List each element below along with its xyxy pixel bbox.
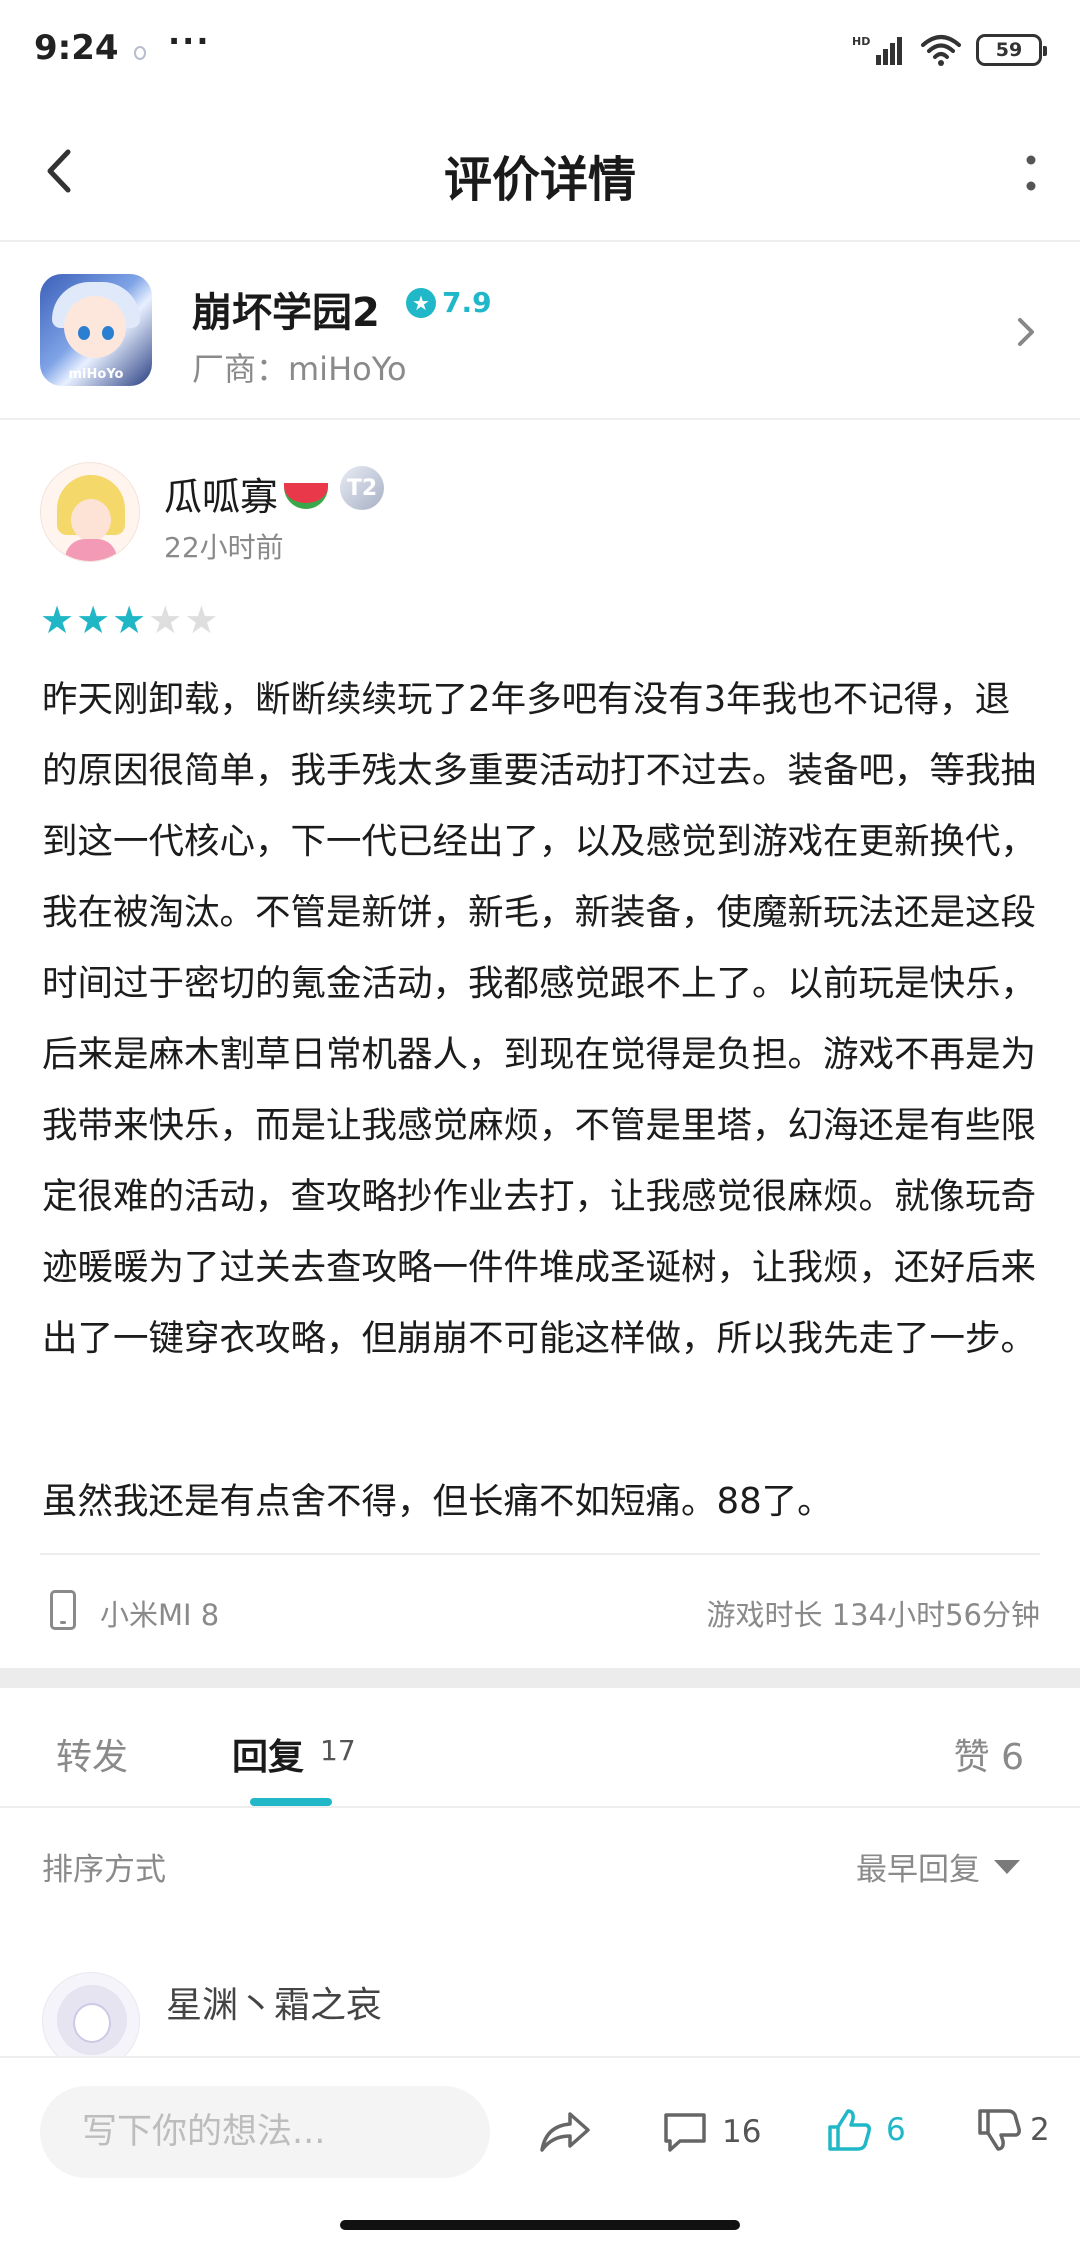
- tab-forward[interactable]: 转发: [56, 1728, 128, 1780]
- star-filled-icon: ★: [112, 598, 147, 642]
- comment-button[interactable]: 16: [660, 2104, 761, 2160]
- active-tab-indicator: [250, 1798, 332, 1806]
- reviewer-avatar[interactable]: [40, 462, 140, 562]
- app-icon: miHoYo: [40, 274, 152, 386]
- comment-icon: [664, 2113, 706, 2152]
- watermelon-emoji-icon: [284, 482, 329, 509]
- dislike-count: 2: [1030, 2112, 1050, 2148]
- dropdown-caret-icon[interactable]: [994, 1860, 1020, 1874]
- rating-star-icon: ★: [406, 287, 436, 318]
- share-icon[interactable]: [536, 2106, 592, 2158]
- nav-bar: 评价详情: [0, 100, 1080, 242]
- chevron-right-icon: [1018, 318, 1034, 346]
- like-button[interactable]: 6: [824, 2102, 906, 2158]
- tab-reply-count: 17: [320, 1734, 356, 1767]
- reply-author-name[interactable]: 星渊丶霜之哀: [166, 1976, 382, 2028]
- app-name: 崩坏学园2: [192, 290, 380, 336]
- level-badge: T2: [340, 466, 384, 510]
- home-indicator[interactable]: [340, 2220, 740, 2230]
- tab-reply[interactable]: 回复: [232, 1728, 304, 1780]
- review-body: 昨天刚卸载，断断续续玩了2年多吧有没有3年我也不记得，退的原因很简单，我手残太多…: [42, 679, 1037, 1359]
- like-count: 6: [886, 2112, 906, 2148]
- phone-icon: [50, 1590, 76, 1630]
- tab-like[interactable]: 赞 6: [954, 1728, 1024, 1780]
- signal-icon: HD: [852, 35, 902, 65]
- status-bar: 9:24 ··· HD 59: [0, 0, 1080, 100]
- reviewer-name-text: 瓜呱寡: [164, 475, 279, 519]
- battery-icon: 59: [976, 34, 1047, 66]
- device-row: 小米MI 8 游戏时长 134小时56分钟: [40, 1586, 1040, 1636]
- app-rating-score: 7.9: [442, 286, 492, 319]
- star-empty-icon: ★: [184, 598, 219, 642]
- section-divider: [0, 1668, 1080, 1688]
- bottom-action-bar: 16 6 2: [0, 2056, 1080, 2206]
- status-indicators: HD 59: [852, 32, 1047, 68]
- comment-count: 16: [722, 2114, 762, 2150]
- app-rating: ★ 7.9: [406, 286, 492, 319]
- reviewer-name[interactable]: 瓜呱寡: [164, 466, 329, 521]
- hd-label: HD: [852, 35, 870, 48]
- comment-input[interactable]: [40, 2086, 490, 2178]
- sort-label: 排序方式: [42, 1852, 166, 1888]
- dislike-button[interactable]: 2: [974, 2102, 1050, 2158]
- sort-dropdown[interactable]: 最早回复: [856, 1844, 980, 1889]
- thumbs-up-icon: [828, 2109, 871, 2151]
- tab-bar: 转发 回复 17 赞 6: [0, 1688, 1080, 1808]
- more-vertical-icon[interactable]: [1008, 140, 1054, 206]
- review-stars: ★ ★ ★ ★ ★: [40, 600, 218, 640]
- star-empty-icon: ★: [148, 598, 183, 642]
- star-filled-icon: ★: [76, 598, 111, 642]
- wifi-icon: [921, 35, 961, 66]
- device-name: 小米MI 8: [100, 1598, 220, 1632]
- divider: [40, 1553, 1040, 1555]
- page-title: 评价详情: [443, 152, 636, 208]
- review-time: 22小时前: [164, 531, 284, 564]
- app-icon-logo: miHoYo: [68, 367, 124, 382]
- star-filled-icon: ★: [40, 598, 75, 642]
- thumbs-down-icon: [978, 2109, 1021, 2151]
- app-vendor: 厂商：miHoYo: [192, 350, 407, 388]
- status-more-icon: ···: [168, 22, 211, 60]
- review-body-closing: 虽然我还是有点舍不得，但长痛不如短痛。88了。: [42, 1481, 833, 1522]
- review-detail-screen: 9:24 ··· HD 59 评价详情 miHoYo 崩坏学园2 ★ 7.9 厂…: [0, 0, 1080, 2248]
- play-time: 游戏时长 134小时56分钟: [706, 1598, 1040, 1632]
- app-info-row[interactable]: miHoYo 崩坏学园2 ★ 7.9 厂商：miHoYo: [0, 244, 1080, 420]
- notification-icon: [134, 46, 146, 60]
- status-time: 9:24: [34, 28, 119, 68]
